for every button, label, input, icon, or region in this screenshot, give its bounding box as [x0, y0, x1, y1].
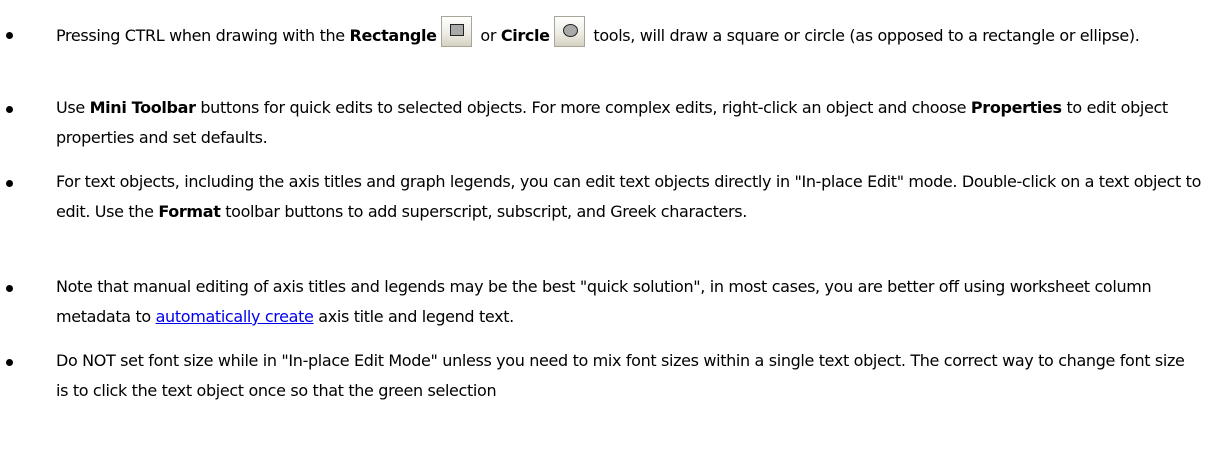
tip-text-segment: or — [475, 26, 501, 45]
bullet-icon — [3, 29, 15, 41]
format-term: Format — [158, 202, 221, 221]
automatically-create-link[interactable]: automatically create — [156, 307, 314, 326]
bullet-icon — [3, 356, 15, 368]
tip-text-segment: tools, will draw a square or circle (as … — [588, 26, 1140, 45]
tip-text: Use Mini Toolbar buttons for quick edits… — [56, 93, 1201, 153]
bullet-icon — [3, 177, 15, 189]
tip-text-segment: axis title and legend text. — [313, 307, 514, 326]
circle-term: Circle — [500, 26, 550, 45]
tip-text: For text objects, including the axis tit… — [56, 167, 1201, 227]
properties-term: Properties — [970, 98, 1062, 117]
tip-text: Do NOT set font size while in "In-place … — [56, 346, 1201, 406]
rectangle-term: Rectangle — [349, 26, 437, 45]
circle-tool-icon — [553, 16, 585, 47]
rectangle-tool-icon — [440, 16, 472, 47]
tip-text-segment: Use — [56, 98, 90, 117]
mini-toolbar-term: Mini Toolbar — [89, 98, 196, 117]
tip-text: Note that manual editing of axis titles … — [56, 272, 1201, 332]
tip-text-segment: Do NOT set font size while in "In-place … — [56, 351, 1185, 400]
bullet-icon — [3, 282, 15, 294]
bullet-icon — [3, 103, 15, 115]
tip-text-segment: buttons for quick edits to selected obje… — [195, 98, 971, 117]
tip-text: Pressing CTRL when drawing with the Rect… — [56, 16, 1201, 51]
tip-text-segment: Pressing CTRL when drawing with the — [56, 26, 350, 45]
tip-text-segment: toolbar buttons to add superscript, subs… — [220, 202, 747, 221]
